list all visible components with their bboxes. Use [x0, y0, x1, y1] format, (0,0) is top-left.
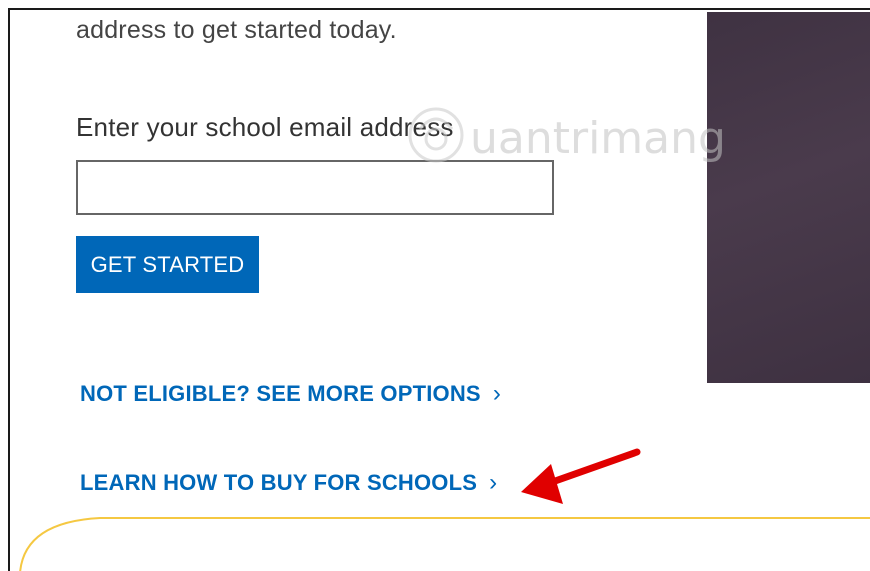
watermark-text: uantrimang — [470, 113, 726, 164]
not-eligible-link-label: NOT ELIGIBLE? SEE MORE OPTIONS — [80, 381, 481, 406]
get-started-button[interactable]: GET STARTED — [76, 236, 259, 293]
hero-image-panel — [707, 12, 870, 383]
intro-text: address to get started today. — [76, 16, 397, 44]
yellow-card-border — [19, 517, 870, 571]
learn-schools-link-label: LEARN HOW TO BUY FOR SCHOOLS — [80, 470, 478, 495]
chevron-right-icon: › — [489, 469, 498, 496]
red-arrow-icon — [521, 448, 641, 504]
learn-schools-link[interactable]: LEARN HOW TO BUY FOR SCHOOLS › — [80, 469, 497, 497]
chevron-right-icon: › — [492, 380, 502, 407]
email-label: Enter your school email address — [76, 112, 454, 142]
page-frame: address to get started today. Enter your… — [8, 8, 870, 571]
watermark-logo-icon: uantrimang — [408, 107, 726, 164]
not-eligible-link[interactable]: NOT ELIGIBLE? SEE MORE OPTIONS › — [80, 380, 501, 408]
